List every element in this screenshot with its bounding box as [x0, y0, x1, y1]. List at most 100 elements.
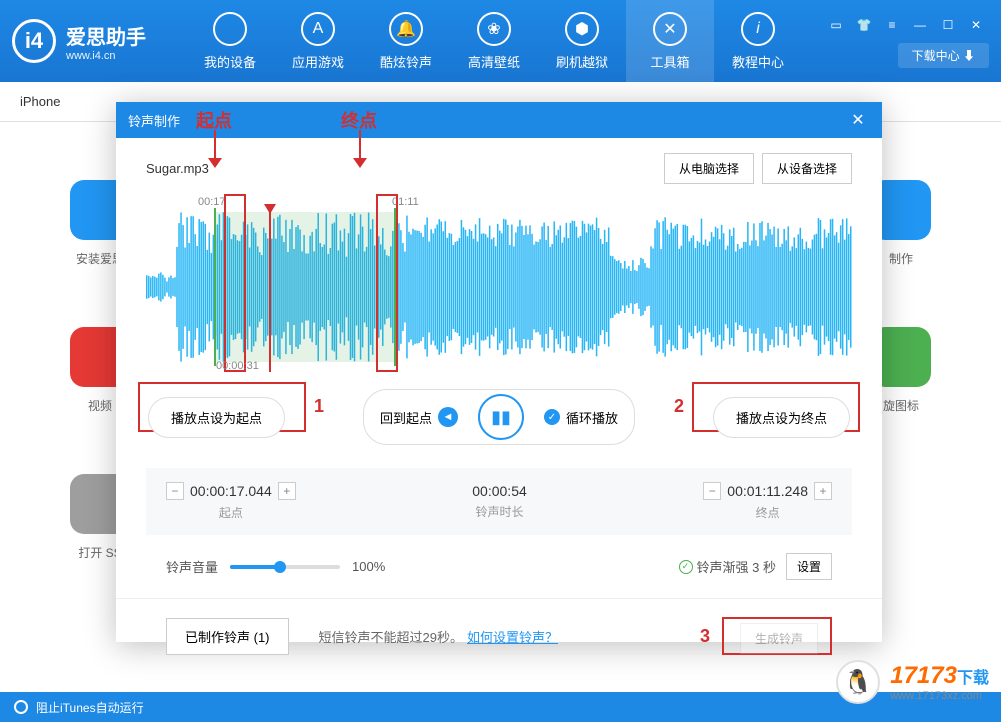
- hint-text: 短信铃声不能超过29秒。: [319, 627, 463, 646]
- app-name: 爱思助手: [66, 21, 146, 50]
- annotation-num3: 3: [700, 626, 710, 647]
- end-minus-button[interactable]: −: [703, 482, 721, 500]
- skin-icon[interactable]: 👕: [851, 15, 877, 35]
- nav-label: 我的设备: [204, 52, 256, 71]
- close-icon[interactable]: ✕: [963, 15, 989, 35]
- flower-icon: ❀: [477, 12, 511, 46]
- nav-tutorials[interactable]: i 教程中心: [714, 0, 802, 82]
- top-nav: 我的设备 A 应用游戏 🔔酷炫铃声 ❀ 高清壁纸 ⬢ 刷机越狱 ✕工具箱 i 教程中心: [186, 0, 823, 82]
- duration-block: 00:00:54 铃声时长: [472, 483, 527, 520]
- nav-label: 应用游戏: [292, 52, 344, 71]
- start-time-block: −00:00:17.044 + 起点: [166, 482, 296, 521]
- status-icon[interactable]: [14, 700, 28, 714]
- modal-footer: 已制作铃声 (1) 短信铃声不能超过29秒。 如何设置铃声？ 3 生成铃声: [116, 598, 882, 655]
- bg-tool-label: 视频: [88, 397, 112, 414]
- fade-settings-button[interactable]: 设置: [786, 553, 832, 580]
- back-to-start-button[interactable]: 回到起点 ◄: [368, 401, 470, 433]
- volume-row: 铃声音量 100% ✓ 铃声渐强 3 秒 设置: [116, 543, 882, 590]
- app-icon: A: [301, 12, 335, 46]
- download-label: 下载中心: [912, 49, 960, 63]
- nav-wallpapers[interactable]: ❀ 高清壁纸: [450, 0, 538, 82]
- nav-my-device[interactable]: 我的设备: [186, 0, 274, 82]
- playhead[interactable]: [264, 204, 276, 214]
- nav-label: 刷机越狱: [556, 52, 608, 71]
- volume-slider[interactable]: [230, 565, 340, 569]
- volume-fill: [230, 565, 280, 569]
- app-header: i4 爱思助手 www.i4.cn 我的设备 A 应用游戏 🔔酷炫铃声 ❀ 高清壁纸…: [0, 0, 1001, 82]
- watermark-brand: 17173: [890, 662, 957, 689]
- download-center-button[interactable]: 下载中心 ⬇: [898, 43, 989, 68]
- controls-row: 1 播放点设为起点 回到起点 ◄ ▮▮ ✓ 循环播放 2 播放点设为终点: [116, 374, 882, 460]
- back-icon: ◄: [438, 407, 458, 427]
- end-plus-button[interactable]: +: [814, 482, 832, 500]
- status-text[interactable]: 阻止iTunes自动运行: [36, 699, 144, 716]
- annotation-num1: 1: [314, 396, 324, 417]
- back-label: 回到起点: [380, 408, 432, 427]
- annotation-box: 生成铃声: [722, 617, 832, 655]
- info-icon: i: [741, 12, 775, 46]
- from-device-button[interactable]: 从设备选择: [762, 153, 852, 184]
- start-time-value: 00:00:17.044: [190, 483, 272, 499]
- made-ringtones-button[interactable]: 已制作铃声 (1): [166, 618, 289, 655]
- volume-label: 铃声音量: [166, 557, 218, 576]
- maximize-icon[interactable]: ☐: [935, 15, 961, 35]
- watermark-url: www.17173xz.com: [890, 690, 989, 702]
- feedback-icon[interactable]: ▭: [823, 15, 849, 35]
- watermark-icon: 🐧: [836, 660, 880, 704]
- check-icon: ✓: [544, 409, 560, 425]
- start-plus-button[interactable]: +: [278, 482, 296, 500]
- duration-value: 00:00:54: [472, 483, 527, 499]
- loop-play-toggle[interactable]: ✓ 循环播放: [532, 402, 630, 433]
- watermark: 🐧 17173下载 www.17173xz.com: [836, 660, 989, 704]
- generate-button[interactable]: 生成铃声: [740, 623, 818, 654]
- nav-apps[interactable]: A 应用游戏: [274, 0, 362, 82]
- wave-play-time: 00:00:31: [216, 360, 259, 372]
- start-time-label: 起点: [166, 504, 296, 521]
- nav-ringtones[interactable]: 🔔酷炫铃声: [362, 0, 450, 82]
- volume-value: 100%: [352, 559, 385, 574]
- loop-label: 循环播放: [566, 408, 618, 427]
- annotation-box: [376, 194, 398, 372]
- menu-icon[interactable]: ≡: [879, 15, 905, 35]
- how-to-link[interactable]: 如何设置铃声？: [467, 627, 558, 646]
- from-computer-button[interactable]: 从电脑选择: [664, 153, 754, 184]
- nav-label: 教程中心: [732, 52, 784, 71]
- tools-icon: ✕: [653, 12, 687, 46]
- nav-toolbox[interactable]: ✕工具箱: [626, 0, 714, 82]
- modal-close-button[interactable]: ✕: [846, 108, 870, 132]
- annotation-num2: 2: [674, 396, 684, 417]
- minimize-icon[interactable]: —: [907, 15, 933, 35]
- modal-title: 铃声制作: [128, 111, 180, 130]
- playback-group: 回到起点 ◄ ▮▮ ✓ 循环播放: [363, 389, 635, 445]
- duration-label: 铃声时长: [472, 503, 527, 520]
- start-minus-button[interactable]: −: [166, 482, 184, 500]
- nav-label: 高清壁纸: [468, 52, 520, 71]
- end-time-value: 00:01:11.248: [727, 483, 808, 499]
- nav-jailbreak[interactable]: ⬢ 刷机越狱: [538, 0, 626, 82]
- bg-tool-label: 制作: [889, 250, 913, 267]
- watermark-sub: 下载: [957, 670, 989, 687]
- apple-icon: [213, 12, 247, 46]
- waveform-area[interactable]: 00:17 01:11 placeholder 00:00:31: [146, 194, 852, 374]
- volume-thumb[interactable]: [274, 561, 286, 573]
- file-name: Sugar.mp3: [146, 161, 656, 176]
- nav-label: 酷炫铃声: [380, 52, 432, 71]
- annotation-box: [224, 194, 246, 372]
- source-row: Sugar.mp3 从电脑选择 从设备选择: [116, 138, 882, 194]
- play-pause-button[interactable]: ▮▮: [478, 394, 524, 440]
- fade-check-icon[interactable]: ✓: [679, 560, 693, 574]
- start-marker[interactable]: [214, 208, 216, 366]
- wave-start-time: 00:17: [198, 196, 226, 208]
- app-logo: i4 爱思助手 www.i4.cn: [12, 19, 146, 63]
- ringtone-maker-modal: 铃声制作 ✕ 起点 终点 Sugar.mp3 从电脑选择 从设备选择 00:17…: [116, 102, 882, 642]
- set-end-button[interactable]: 播放点设为终点: [713, 397, 850, 438]
- app-url: www.i4.cn: [66, 50, 146, 62]
- fade-label: 铃声渐强 3 秒: [697, 557, 776, 576]
- device-tab-iphone[interactable]: iPhone: [20, 94, 60, 109]
- logo-icon: i4: [12, 19, 56, 63]
- set-start-button[interactable]: 播放点设为起点: [148, 397, 285, 438]
- window-controls: ▭ 👕 ≡ — ☐ ✕: [823, 15, 989, 35]
- header-right: ▭ 👕 ≡ — ☐ ✕ 下载中心 ⬇: [823, 15, 989, 68]
- bg-tool-label: 旋图标: [883, 397, 919, 414]
- box-icon: ⬢: [565, 12, 599, 46]
